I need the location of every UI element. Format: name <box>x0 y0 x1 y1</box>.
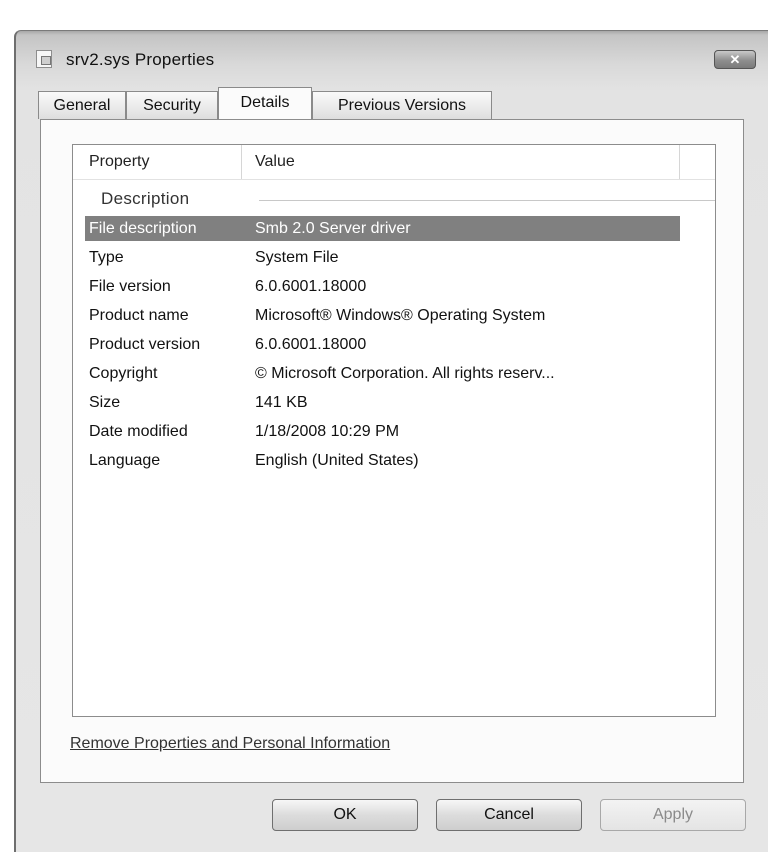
property-value: 6.0.6001.18000 <box>255 278 367 295</box>
property-value: System File <box>255 249 339 266</box>
cancel-button[interactable]: Cancel <box>436 799 582 831</box>
list-row[interactable]: Product name Microsoft® Windows® Operati… <box>85 303 680 328</box>
list-row[interactable]: File description Smb 2.0 Server driver <box>85 216 680 241</box>
property-value: © Microsoft Corporation. All rights rese… <box>255 365 555 382</box>
property-name: Product name <box>89 307 189 324</box>
property-name: File version <box>89 278 171 295</box>
property-name: File description <box>89 220 197 237</box>
property-name: Copyright <box>89 365 158 382</box>
property-value: Microsoft® Windows® Operating System <box>255 307 546 324</box>
tab-general[interactable]: General <box>38 91 126 119</box>
column-header-property[interactable]: Property <box>89 153 149 171</box>
group-header-description: Description <box>101 189 190 208</box>
column-divider[interactable] <box>679 145 680 179</box>
property-value: Smb 2.0 Server driver <box>255 220 411 237</box>
list-header: Property Value <box>73 145 715 180</box>
property-value: English (United States) <box>255 452 419 469</box>
remove-properties-link[interactable]: Remove Properties and Personal Informati… <box>70 735 390 753</box>
tab-previous-versions[interactable]: Previous Versions <box>312 91 492 119</box>
property-name: Date modified <box>89 423 188 440</box>
property-name: Language <box>89 452 161 469</box>
list-row[interactable]: Date modified 1/18/2008 10:29 PM <box>85 419 680 444</box>
properties-dialog: srv2.sys Properties ✕ General Security D… <box>14 30 768 852</box>
window-title: srv2.sys Properties <box>66 50 215 69</box>
system-file-icon <box>36 50 52 68</box>
column-header-value[interactable]: Value <box>255 153 295 171</box>
list-row[interactable]: File version 6.0.6001.18000 <box>85 274 680 299</box>
tab-security[interactable]: Security <box>126 91 218 119</box>
details-list[interactable]: Property Value Description File descript… <box>72 144 716 717</box>
close-button[interactable]: ✕ <box>714 50 756 69</box>
apply-button[interactable]: Apply <box>600 799 746 831</box>
property-name: Product version <box>89 336 201 353</box>
close-icon: ✕ <box>729 52 741 67</box>
list-row[interactable]: Copyright © Microsoft Corporation. All r… <box>85 361 680 386</box>
property-name: Type <box>89 249 124 266</box>
list-row[interactable]: Size 141 KB <box>85 390 680 415</box>
property-name: Size <box>89 394 121 411</box>
list-row[interactable]: Language English (United States) <box>85 448 680 473</box>
details-panel: Property Value Description File descript… <box>40 119 744 783</box>
property-value: 1/18/2008 10:29 PM <box>255 423 400 440</box>
property-value: 141 KB <box>255 394 308 411</box>
property-value: 6.0.6001.18000 <box>255 336 367 353</box>
ok-button[interactable]: OK <box>272 799 418 831</box>
list-row[interactable]: Product version 6.0.6001.18000 <box>85 332 680 357</box>
column-divider[interactable] <box>241 145 242 179</box>
group-divider <box>259 200 715 201</box>
title-bar[interactable]: srv2.sys Properties ✕ <box>16 31 768 83</box>
tab-details[interactable]: Details <box>218 87 312 119</box>
list-row[interactable]: Type System File <box>85 245 680 270</box>
